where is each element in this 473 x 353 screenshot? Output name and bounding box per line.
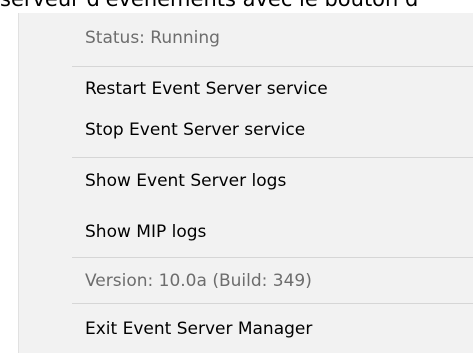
background-document-text: serveur d'événements avec le bouton d: [0, 0, 473, 11]
show-mip-logs-item[interactable]: Show MIP logs: [19, 212, 473, 252]
screenshot-page: serveur d'événements avec le bouton d St…: [0, 0, 473, 353]
exit-item[interactable]: Exit Event Server Manager: [19, 309, 473, 349]
tray-context-menu: Status: Running Restart Event Server ser…: [18, 13, 473, 353]
separator: [72, 303, 473, 304]
separator: [72, 157, 473, 158]
restart-service-item[interactable]: Restart Event Server service: [19, 69, 473, 109]
separator: [72, 257, 473, 258]
status-item: Status: Running: [85, 28, 220, 48]
separator: [72, 66, 473, 67]
show-event-server-logs-item[interactable]: Show Event Server logs: [19, 161, 473, 201]
version-item: Version: 10.0a (Build: 349): [85, 271, 312, 291]
stop-service-item[interactable]: Stop Event Server service: [19, 110, 473, 150]
